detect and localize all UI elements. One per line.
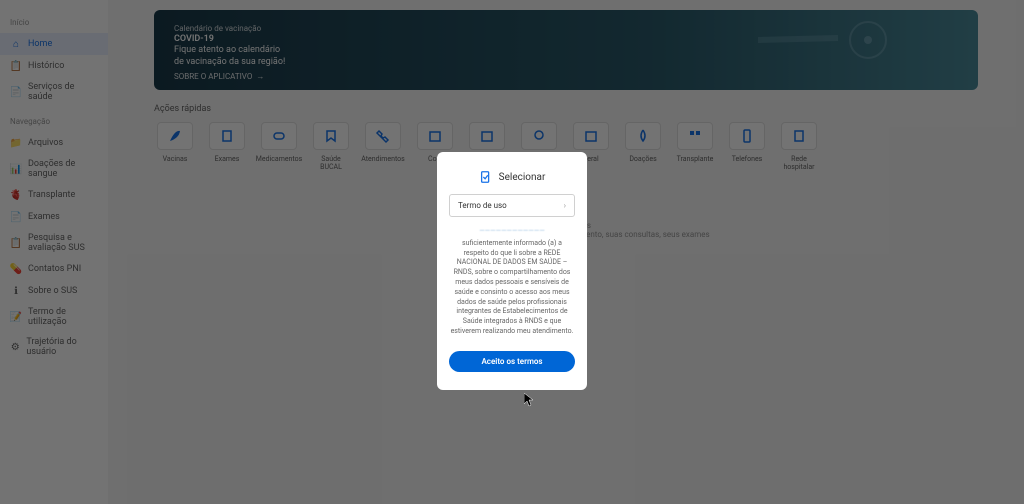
chevron-right-icon: › [564, 201, 566, 210]
modal-select[interactable]: Termo de uso › [449, 194, 575, 217]
terms-modal: Selecionar Termo de uso › ———————————— s… [437, 152, 587, 390]
modal-body-redacted: ———————————— [449, 227, 575, 237]
modal-header: Selecionar [449, 170, 575, 184]
modal-select-label: Termo de uso [458, 201, 507, 210]
modal-body: ———————————— suficientemente informado (… [449, 227, 575, 337]
accept-terms-button[interactable]: Aceito os termos [449, 351, 575, 372]
modal-title: Selecionar [499, 172, 546, 183]
modal-overlay: Selecionar Termo de uso › ———————————— s… [0, 0, 1024, 504]
modal-body-text: suficientemente informado (a) a respeito… [451, 239, 574, 335]
document-check-icon [479, 170, 493, 184]
